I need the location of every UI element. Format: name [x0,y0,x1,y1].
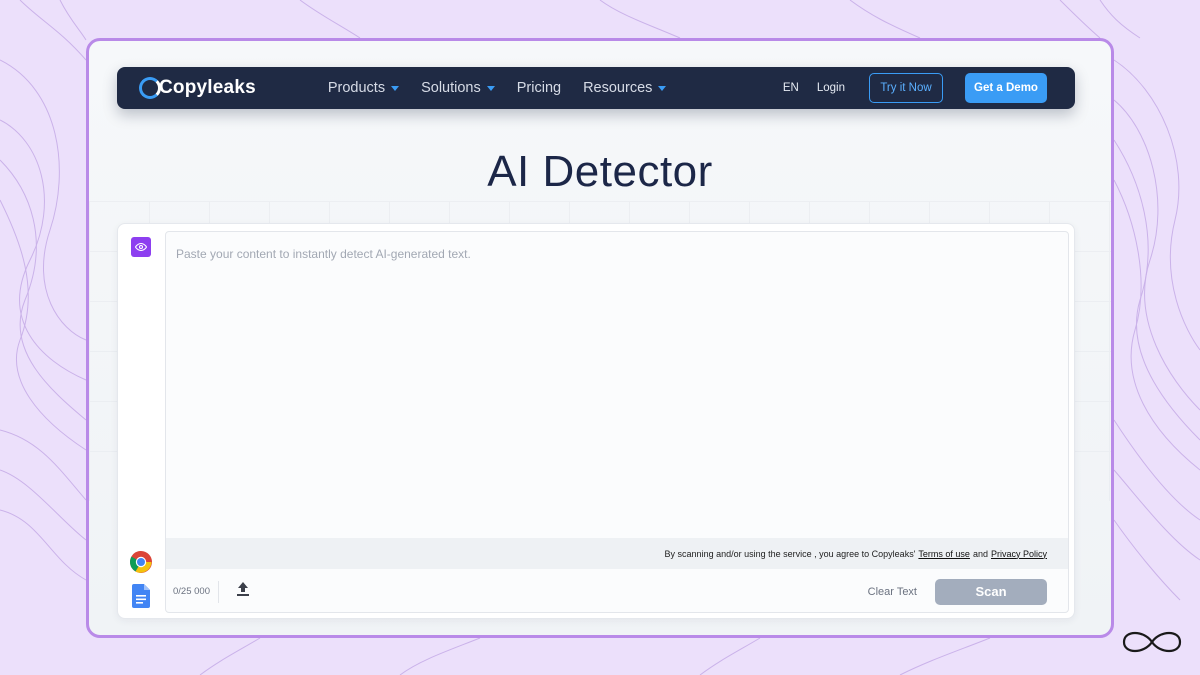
login-link[interactable]: Login [817,82,845,94]
try-it-now-button[interactable]: Try it Now [869,73,943,103]
nav-products-label: Products [327,80,386,96]
privacy-policy-link[interactable]: Privacy Policy [991,549,1047,559]
nav-pricing[interactable]: Pricing [517,80,561,96]
terms-of-use-link[interactable]: Terms of use [918,549,970,559]
nav-resources-label: Resources [583,80,653,96]
chevron-down-icon [486,85,495,91]
content-textarea[interactable]: Paste your content to instantly detect A… [165,231,1069,613]
nav-right: EN Login Try it Now Get a Demo [783,73,1047,103]
chevron-down-icon [658,85,667,91]
scan-button[interactable]: Scan [935,578,1047,605]
logo-ring-icon [139,77,161,99]
chrome-icon[interactable] [129,550,153,579]
clear-text-button[interactable]: Clear Text [868,586,917,598]
eye-icon[interactable] [131,237,151,257]
textarea-placeholder: Paste your content to instantly detect A… [176,247,471,261]
google-docs-icon[interactable] [132,584,150,613]
language-selector[interactable]: EN [783,82,799,94]
nav-resources[interactable]: Resources [583,80,667,96]
nav-links: Products Solutions Pricing Resources [328,80,667,96]
nav-solutions[interactable]: Solutions [421,80,495,96]
divider [217,580,219,603]
logo-text: Copyleaks [159,77,256,98]
terms-and-text: and [972,548,988,559]
terms-text: By scanning and/or using the service , y… [664,548,916,559]
get-a-demo-button[interactable]: Get a Demo [965,73,1047,103]
page-title: AI Detector [487,147,713,196]
terms-notice: By scanning and/or using the service , y… [166,538,1068,569]
upload-icon[interactable] [236,582,249,601]
nav-products[interactable]: Products [327,80,400,96]
character-count: 0/25 000 [173,586,210,597]
nav-pricing-label: Pricing [516,80,562,96]
infinity-icon [1122,631,1182,653]
nav-solutions-label: Solutions [421,80,481,96]
browser-frame: Copyleaks Products Solutions Pricing Res… [86,38,1114,638]
navbar: Copyleaks Products Solutions Pricing Res… [117,67,1075,109]
chevron-down-icon [391,85,400,91]
editor-side-toolbar [118,224,164,618]
editor-card: Paste your content to instantly detect A… [117,223,1075,619]
editor-bottom-bar: 0/25 000 Clear Text Scan [166,569,1068,614]
copyleaks-logo[interactable]: Copyleaks [139,77,256,99]
